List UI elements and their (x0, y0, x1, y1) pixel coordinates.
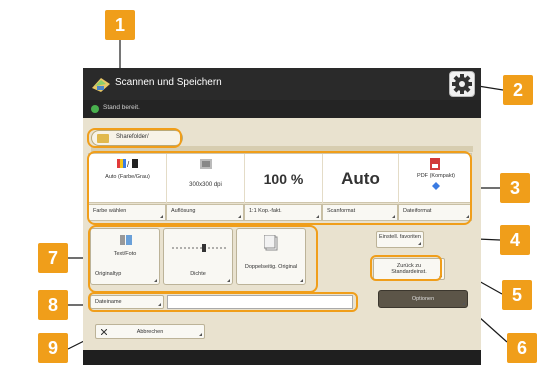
highlight-8 (88, 292, 358, 312)
status-indicator-icon (91, 105, 99, 113)
status-text: Stand bereit. (103, 104, 140, 111)
callout-5: 5 (502, 280, 532, 310)
callout-9: 9 (38, 333, 68, 363)
callout-7: 7 (38, 243, 68, 273)
options-label: Optionen (411, 296, 435, 302)
favorite-settings-button[interactable]: Einstell. favoriten (376, 231, 424, 248)
settings-button[interactable] (449, 71, 475, 97)
highlight-7 (88, 225, 318, 293)
options-button[interactable]: Optionen (378, 290, 468, 308)
callout-4: 4 (500, 225, 530, 255)
cancel-button[interactable]: Abbrechen (95, 324, 205, 339)
window-title: Scannen und Speichern (115, 77, 222, 88)
callout-1: 1 (105, 10, 135, 40)
cancel-label: Abbrechen (136, 329, 164, 335)
callout-8: 8 (38, 290, 68, 320)
callout-2: 2 (503, 75, 533, 105)
scan-and-store-icon (92, 78, 110, 92)
status-bar: Stand bereit. (83, 100, 481, 118)
gear-icon (452, 74, 472, 94)
callout-3: 3 (500, 173, 530, 203)
title-bar: Scannen und Speichern (83, 68, 481, 100)
highlight-1 (87, 128, 182, 148)
callout-6: 6 (507, 333, 537, 363)
favorite-settings-label: Einstell. favoriten (379, 234, 421, 240)
bottom-bar (83, 350, 481, 365)
highlight-3 (87, 151, 472, 225)
highlight-5 (370, 255, 442, 281)
